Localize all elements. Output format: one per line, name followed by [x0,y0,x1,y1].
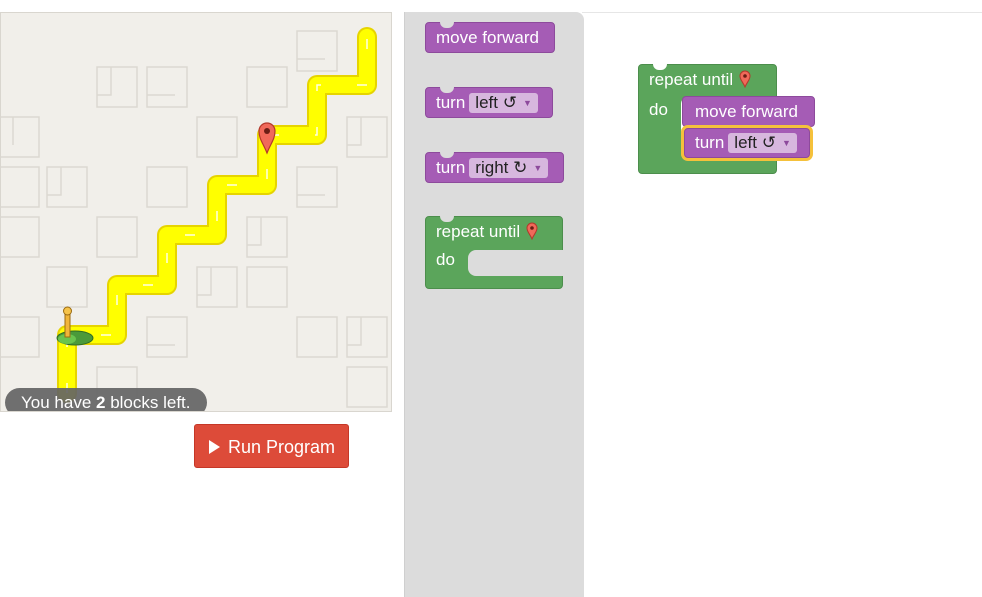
repeat-header: repeat until [649,70,766,96]
header-divider [582,12,982,13]
turn-direction-dropdown[interactable]: left ↺ ▼ [728,133,797,153]
move-forward-label: move forward [695,102,798,121]
turn-label: turn [695,133,725,152]
workspace-move-forward-block[interactable]: move forward [682,96,815,127]
chevron-down-icon: ▼ [522,98,532,108]
run-program-label: Run Program [228,437,336,457]
run-program-button[interactable]: Run Program [194,424,349,468]
status-prefix: You have [21,393,96,412]
chevron-down-icon: ▼ [533,163,543,173]
status-suffix: blocks left. [105,393,191,412]
play-icon [209,440,220,454]
workspace-turn-left-block[interactable]: turn left ↺ ▼ [684,128,810,158]
toolbox-move-forward-block[interactable]: move forward [425,22,555,53]
goal-marker-icon [739,70,751,88]
turn-label: turn [436,158,466,177]
goal-marker-icon [526,222,538,240]
turn-direction-dropdown[interactable]: right ↻ ▼ [469,158,549,178]
turn-direction-value: right ↻ [475,158,528,177]
turn-label: turn [436,93,466,112]
maze-board: You have 2 blocks left. [0,12,392,412]
toolbox-turn-left-block[interactable]: turn left ↺ ▼ [425,87,553,118]
turn-direction-value: left ↺ [475,93,517,112]
repeat-until-label: repeat until [649,70,734,89]
repeat-do-slot[interactable] [468,250,563,276]
toolbox-repeat-until-block[interactable]: repeat until do [425,216,563,289]
block-toolbox: move forward turn left ↺ ▼ turn right ↻ ▼ re… [404,12,584,597]
repeat-until-label: repeat until [436,222,521,241]
do-label: do [436,250,455,269]
move-forward-label: move forward [436,28,539,47]
turn-direction-dropdown[interactable]: left ↺ ▼ [469,93,538,113]
repeat-header: repeat until [436,222,552,248]
toolbox-turn-right-block[interactable]: turn right ↻ ▼ [425,152,564,183]
do-label: do [649,100,668,119]
turn-direction-value: left ↺ [734,133,776,152]
blocks-remaining-status: You have 2 blocks left. [5,388,207,412]
chevron-down-icon: ▼ [781,138,791,148]
